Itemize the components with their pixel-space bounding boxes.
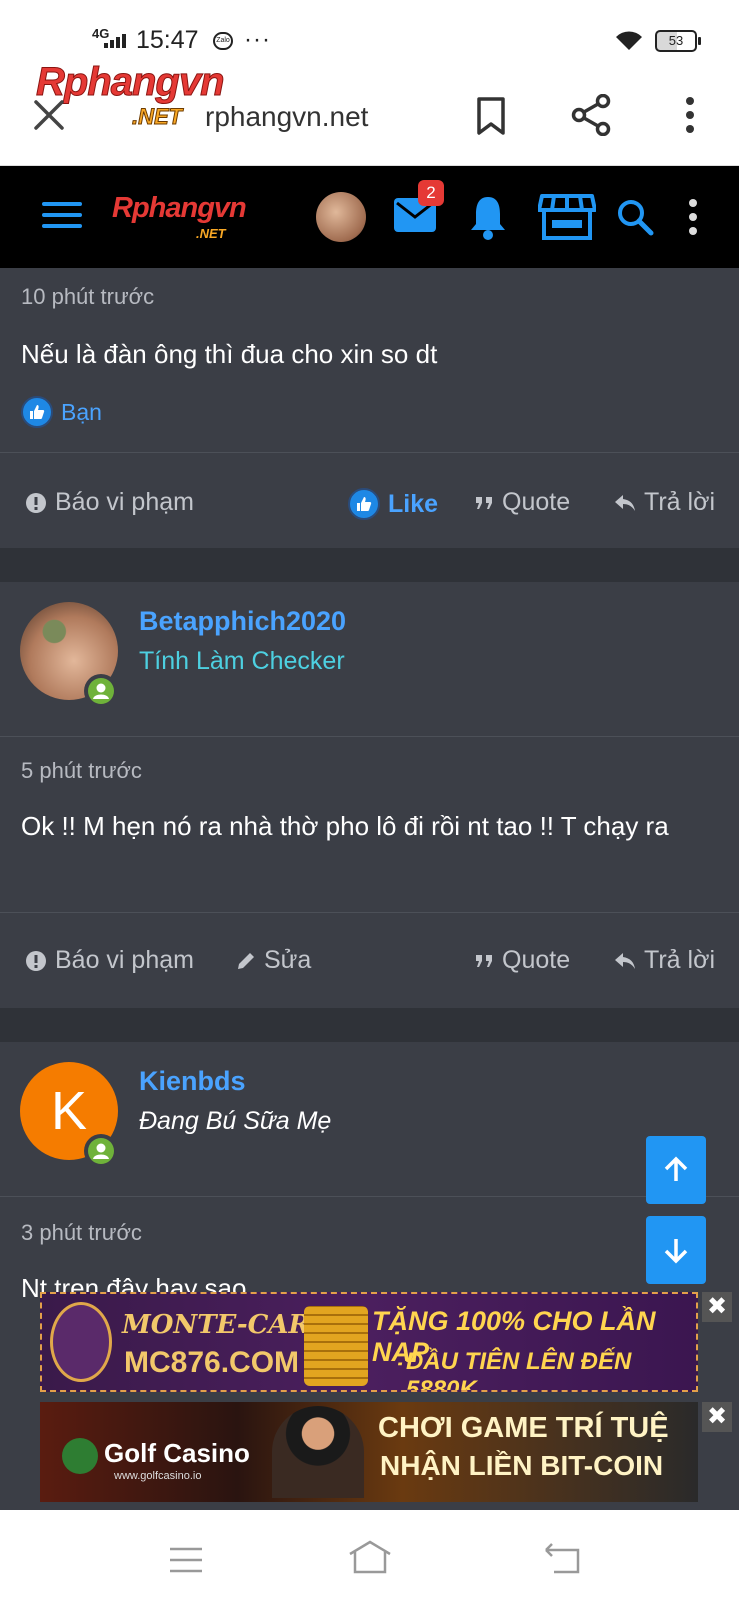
golf-logo-icon: [62, 1438, 98, 1474]
reply-label: Trả lời: [644, 946, 716, 974]
online-status-icon: [84, 674, 118, 708]
thumbs-up-icon: [348, 488, 380, 520]
site-menu-icon[interactable]: [688, 198, 698, 236]
like-button[interactable]: Like: [348, 488, 438, 520]
scroll-to-bottom-button[interactable]: [646, 1216, 706, 1284]
url-text[interactable]: rphangvn.net: [205, 101, 368, 133]
reaction-label: Bạn: [61, 398, 102, 425]
reply-button[interactable]: Trả lời: [614, 946, 715, 975]
share-icon[interactable]: [571, 94, 611, 136]
dealer-image: [272, 1406, 364, 1498]
post-message: Ok !! M hẹn nó ra nhà thờ pho lô đi rồi …: [21, 811, 669, 841]
quote-icon: [476, 496, 492, 509]
reply-icon: [615, 952, 635, 969]
ad-subline: ĐẦU TIÊN LÊN ĐẾN 5880K: [406, 1348, 632, 1392]
post-actions: Báo vi phạm Like Quote Trả lời: [0, 480, 739, 530]
post-time: 3 phút trước: [21, 1220, 142, 1245]
crest-icon: [50, 1302, 112, 1382]
close-icon[interactable]: [30, 96, 68, 134]
ad-close-button[interactable]: ✖: [702, 1292, 732, 1322]
post-separator: [0, 548, 739, 582]
post-time: 10 phút trước: [21, 284, 155, 309]
edit-button[interactable]: Sửa: [236, 946, 311, 975]
quote-button[interactable]: Quote: [474, 946, 570, 975]
divider: [0, 1196, 739, 1197]
system-nav-bar: [0, 1510, 739, 1600]
report-button[interactable]: Báo vi phạm: [25, 488, 194, 517]
post-2: Betapphich2020 Tính Làm Checker 5 phút t…: [0, 582, 739, 1008]
ad-headline: CHƠI GAME TRÍ TUỆ: [378, 1412, 669, 1444]
clock: 15:47: [136, 26, 199, 54]
ad-close-button[interactable]: ✖: [702, 1402, 732, 1432]
reaction-summary[interactable]: Bạn: [21, 396, 102, 428]
home-icon[interactable]: [348, 1540, 392, 1574]
post-actions: Báo vi phạm Sửa Quote Trả lời: [0, 938, 739, 988]
quote-label: Quote: [502, 488, 571, 516]
divider: [0, 912, 739, 913]
ad-banner-golfcasino[interactable]: Golf Casino www.golfcasino.io CHƠI GAME …: [40, 1402, 698, 1502]
quote-label: Quote: [502, 946, 571, 974]
edit-label: Sửa: [264, 946, 312, 974]
report-label: Báo vi phạm: [55, 488, 194, 516]
arrow-up-icon: [664, 1156, 688, 1181]
post-message: Nếu là đàn ông thì đua cho xin so dt: [21, 339, 438, 369]
ad-site: www.golfcasino.io: [114, 1470, 202, 1482]
arrow-down-icon: [664, 1239, 688, 1264]
browser-site-logo-suffix: .NET: [131, 104, 183, 130]
thumbs-up-icon: [21, 396, 53, 428]
alert-icon: [26, 492, 46, 513]
quote-button[interactable]: Quote: [474, 488, 570, 517]
ad-brand: Golf Casino: [104, 1438, 250, 1468]
report-button[interactable]: Báo vi phạm: [25, 946, 194, 975]
post-username[interactable]: Kienbds: [139, 1066, 246, 1097]
reply-icon: [615, 494, 635, 511]
like-label: Like: [388, 489, 439, 518]
report-label: Báo vi phạm: [55, 946, 194, 974]
user-avatar[interactable]: [316, 192, 366, 242]
pencil-icon: [238, 952, 254, 969]
divider: [0, 736, 739, 737]
site-header: Rphangvn .NET 2: [0, 166, 739, 268]
site-logo[interactable]: Rphangvn: [112, 192, 247, 225]
coins-icon: [304, 1306, 368, 1386]
divider: [0, 452, 739, 453]
post-separator: [0, 1008, 739, 1042]
browser-toolbar: Rphangvn .NET rphangvn.net: [0, 56, 739, 166]
ad-banner-montecarlo[interactable]: MONTE-CARLO MC876.COM TẶNG 100% CHO LẦN …: [40, 1292, 698, 1392]
quote-icon: [476, 954, 492, 967]
bookmark-icon[interactable]: [476, 96, 506, 136]
browser-menu-icon[interactable]: [684, 96, 696, 134]
back-icon[interactable]: [544, 1542, 582, 1574]
mail-badge: 2: [418, 180, 444, 206]
signal-icon: [104, 32, 126, 48]
post-time: 5 phút trước: [21, 758, 142, 783]
zalo-icon: Zalo: [213, 32, 233, 50]
ad-subline: NHẬN LIỀN BIT-COIN: [380, 1450, 664, 1481]
search-icon[interactable]: [616, 198, 654, 236]
reply-button[interactable]: Trả lời: [614, 488, 715, 517]
more-notifications-icon: ···: [244, 26, 271, 53]
battery-icon: 53: [655, 30, 701, 52]
user-title: Tính Làm Checker: [139, 647, 345, 675]
ad-site: MC876.COM: [124, 1346, 300, 1379]
post-username[interactable]: Betapphich2020: [139, 606, 346, 637]
reply-label: Trả lời: [644, 488, 716, 516]
status-bar: 4G 15:47 Zalo ··· 53: [0, 0, 739, 56]
bell-icon[interactable]: [468, 194, 508, 240]
scroll-to-top-button[interactable]: [646, 1136, 706, 1204]
site-logo-suffix: .NET: [196, 226, 226, 241]
hamburger-menu-icon[interactable]: [42, 202, 82, 232]
recent-apps-icon[interactable]: [168, 1546, 204, 1574]
user-title: Đang Bú Sữa Mẹ: [139, 1107, 332, 1135]
store-icon[interactable]: [538, 192, 596, 242]
online-status-icon: [84, 1134, 118, 1168]
alert-icon: [26, 950, 46, 971]
wifi-icon: [616, 31, 642, 50]
post-1: 10 phút trước Nếu là đàn ông thì đua cho…: [0, 268, 739, 548]
